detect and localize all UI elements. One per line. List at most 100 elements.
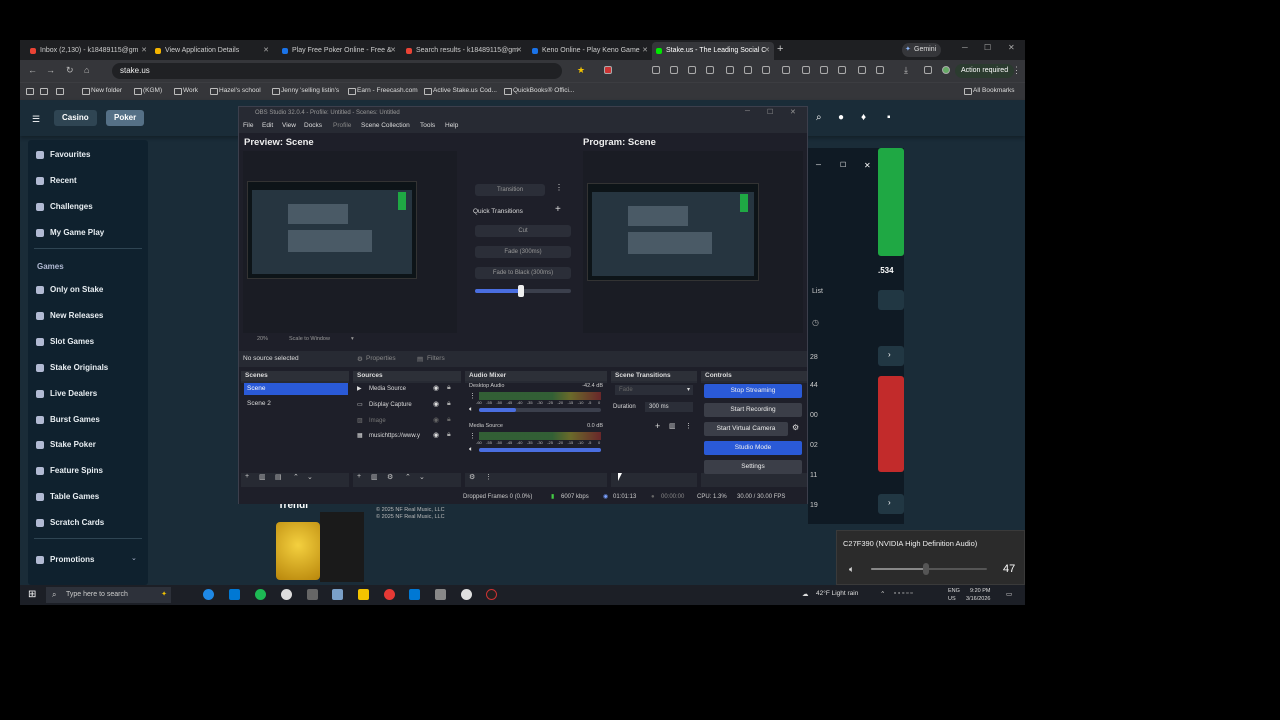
store-icon[interactable] <box>409 589 420 600</box>
gear-icon[interactable]: ⚙ <box>792 423 799 432</box>
list-toggle[interactable]: List <box>812 288 823 295</box>
back-icon[interactable]: ← <box>28 65 37 75</box>
source-item[interactable]: ▶ Media Source <box>357 383 461 395</box>
gemini-button[interactable]: Gemini <box>902 43 942 57</box>
bookmark-item[interactable]: Earn - Freecash.com <box>348 87 418 95</box>
app-icon[interactable] <box>332 589 343 600</box>
game-thumbnail[interactable] <box>276 522 320 580</box>
t-bar-handle[interactable] <box>518 285 525 297</box>
bell-icon[interactable]: ♦ <box>861 112 866 123</box>
tab-keno-online[interactable]: Keno Online - Play Keno Game ✕ <box>528 42 652 60</box>
close-window-icon[interactable]: ✕ <box>1008 43 1015 52</box>
tab-gmail-inbox[interactable]: Inbox (2,130) - k18489115@gm ✕ <box>26 42 151 60</box>
start-recording-button[interactable]: Start Recording <box>704 403 802 417</box>
close-icon[interactable]: ✕ <box>141 42 147 60</box>
fade-black-button[interactable]: Fade to Black (300ms) <box>475 267 571 279</box>
reload-icon[interactable]: ↻ <box>66 65 74 76</box>
chevron-down-icon[interactable]: ▾ <box>351 333 354 345</box>
sidebar-item-scratch-cards[interactable]: Scratch Cards <box>36 518 104 527</box>
system-volume-handle[interactable] <box>922 563 929 575</box>
trash-icon[interactable]: ▥ <box>371 473 378 481</box>
menu-edit[interactable]: Edit <box>262 122 273 129</box>
extension-icon[interactable] <box>744 66 752 74</box>
lock-icon[interactable]: 🔒︎ <box>447 416 451 424</box>
close-icon[interactable]: ✕ <box>390 42 396 60</box>
gear-icon[interactable]: ⚙ <box>469 473 475 481</box>
sidebar-item-promotions[interactable]: Promotions <box>36 555 94 564</box>
obs-icon[interactable] <box>486 589 497 600</box>
source-item[interactable]: ▦ musichttps://www.y <box>357 430 461 442</box>
stop-streaming-button[interactable]: Stop Streaming <box>704 384 802 398</box>
extension-icon[interactable] <box>820 66 828 74</box>
spotify-icon[interactable] <box>255 589 266 600</box>
eye-off-icon[interactable]: ◉ <box>433 416 439 424</box>
more-icon[interactable]: ⋮ <box>555 183 563 192</box>
speaker-icon[interactable]: 🔈︎ <box>849 564 854 575</box>
bookmark-item[interactable]: Hazel's school <box>210 87 261 95</box>
speaker-icon[interactable]: 🔈︎ <box>469 446 473 454</box>
bookmark-item[interactable]: Jenny 'selling listin's <box>272 87 339 95</box>
all-bookmarks[interactable]: All Bookmarks <box>964 87 1015 95</box>
extension-icon[interactable] <box>726 66 734 74</box>
action-required-badge[interactable]: Action required <box>955 64 1015 78</box>
settings-button[interactable]: Settings <box>704 460 802 474</box>
edge-icon[interactable] <box>203 589 214 600</box>
chevron-up-icon[interactable]: ⌃ <box>880 590 885 598</box>
user-icon[interactable]: ● <box>838 112 844 123</box>
sidebar-item-challenges[interactable]: Challenges <box>36 202 93 211</box>
sidebar-item-table-games[interactable]: Table Games <box>36 492 99 501</box>
sidebar-item-my-game-play[interactable]: My Game Play <box>36 228 104 237</box>
zoom-level[interactable]: 20% <box>257 333 268 345</box>
extension-icon[interactable] <box>876 66 884 74</box>
windows-start-icon[interactable]: ⊞ <box>28 589 36 600</box>
menu-scene-collection[interactable]: Scene Collection <box>361 122 410 129</box>
menu-file[interactable]: File <box>243 122 253 129</box>
source-item[interactable]: ▭ Display Capture <box>357 399 461 411</box>
cut-button[interactable]: Cut <box>475 225 571 237</box>
bookmark-item[interactable]: Work <box>174 87 198 95</box>
properties-button[interactable]: Properties <box>366 355 396 362</box>
filter-box[interactable] <box>878 290 904 310</box>
bookmark-item[interactable]: New folder <box>82 87 122 95</box>
taskbar-search[interactable]: ⌕ Type here to search ✦ <box>46 587 171 603</box>
extension-icon[interactable] <box>688 66 696 74</box>
bookmark-item[interactable]: QuickBooks® Offici... <box>504 87 574 95</box>
chevron-up-icon[interactable]: ⌃ <box>405 473 411 481</box>
app-icon[interactable] <box>435 589 446 600</box>
more-icon[interactable]: ⋮ <box>485 473 492 481</box>
next-button[interactable]: › <box>878 494 904 514</box>
outlook-icon[interactable] <box>229 589 240 600</box>
close-icon[interactable]: ✕ <box>263 42 269 60</box>
calculator-icon[interactable] <box>307 589 318 600</box>
sidebar-item-feature-spins[interactable]: Feature Spins <box>36 466 103 475</box>
forward-icon[interactable]: → <box>46 65 55 75</box>
chevron-down-icon[interactable]: ⌄ <box>131 554 137 562</box>
menu-view[interactable]: View <box>282 122 296 129</box>
maximize-icon[interactable]: ☐ <box>984 43 991 52</box>
filters-button[interactable]: Filters <box>427 355 445 362</box>
studio-mode-button[interactable]: Studio Mode <box>704 441 802 455</box>
extension-icon[interactable] <box>670 66 678 74</box>
scene-item[interactable]: Scene <box>244 383 348 395</box>
chrome-icon[interactable] <box>461 589 472 600</box>
transition-button[interactable]: Transition <box>475 184 545 196</box>
sidebar-item-slot-games[interactable]: Slot Games <box>36 337 94 346</box>
tab-search-results[interactable]: Search results - k18489115@gm ✕ <box>402 42 526 60</box>
weather[interactable]: 42°F Light rain <box>816 590 858 597</box>
extension-icon[interactable] <box>802 66 810 74</box>
preview-canvas[interactable] <box>243 151 457 333</box>
tab-free-poker[interactable]: Play Free Poker Online - Free & ✕ <box>278 42 400 60</box>
chevron-down-icon[interactable]: ⌄ <box>419 473 425 481</box>
minimize-icon[interactable]: ─ <box>816 162 821 169</box>
volume-slider[interactable] <box>479 408 601 412</box>
menu-help[interactable]: Help <box>445 122 458 129</box>
start-virtual-camera-button[interactable]: Start Virtual Camera <box>704 422 788 436</box>
bookmark-item[interactable]: Active Stake.us Cod... <box>424 87 497 95</box>
extension-icon[interactable] <box>858 66 866 74</box>
fade-button[interactable]: Fade (300ms) <box>475 246 571 258</box>
notification-icon[interactable]: ▭ <box>1006 590 1012 598</box>
system-volume-slider[interactable] <box>871 568 987 570</box>
sidebar-item-burst-games[interactable]: Burst Games <box>36 415 100 424</box>
maximize-icon[interactable]: ☐ <box>840 161 846 169</box>
menu-tools[interactable]: Tools <box>420 122 435 129</box>
